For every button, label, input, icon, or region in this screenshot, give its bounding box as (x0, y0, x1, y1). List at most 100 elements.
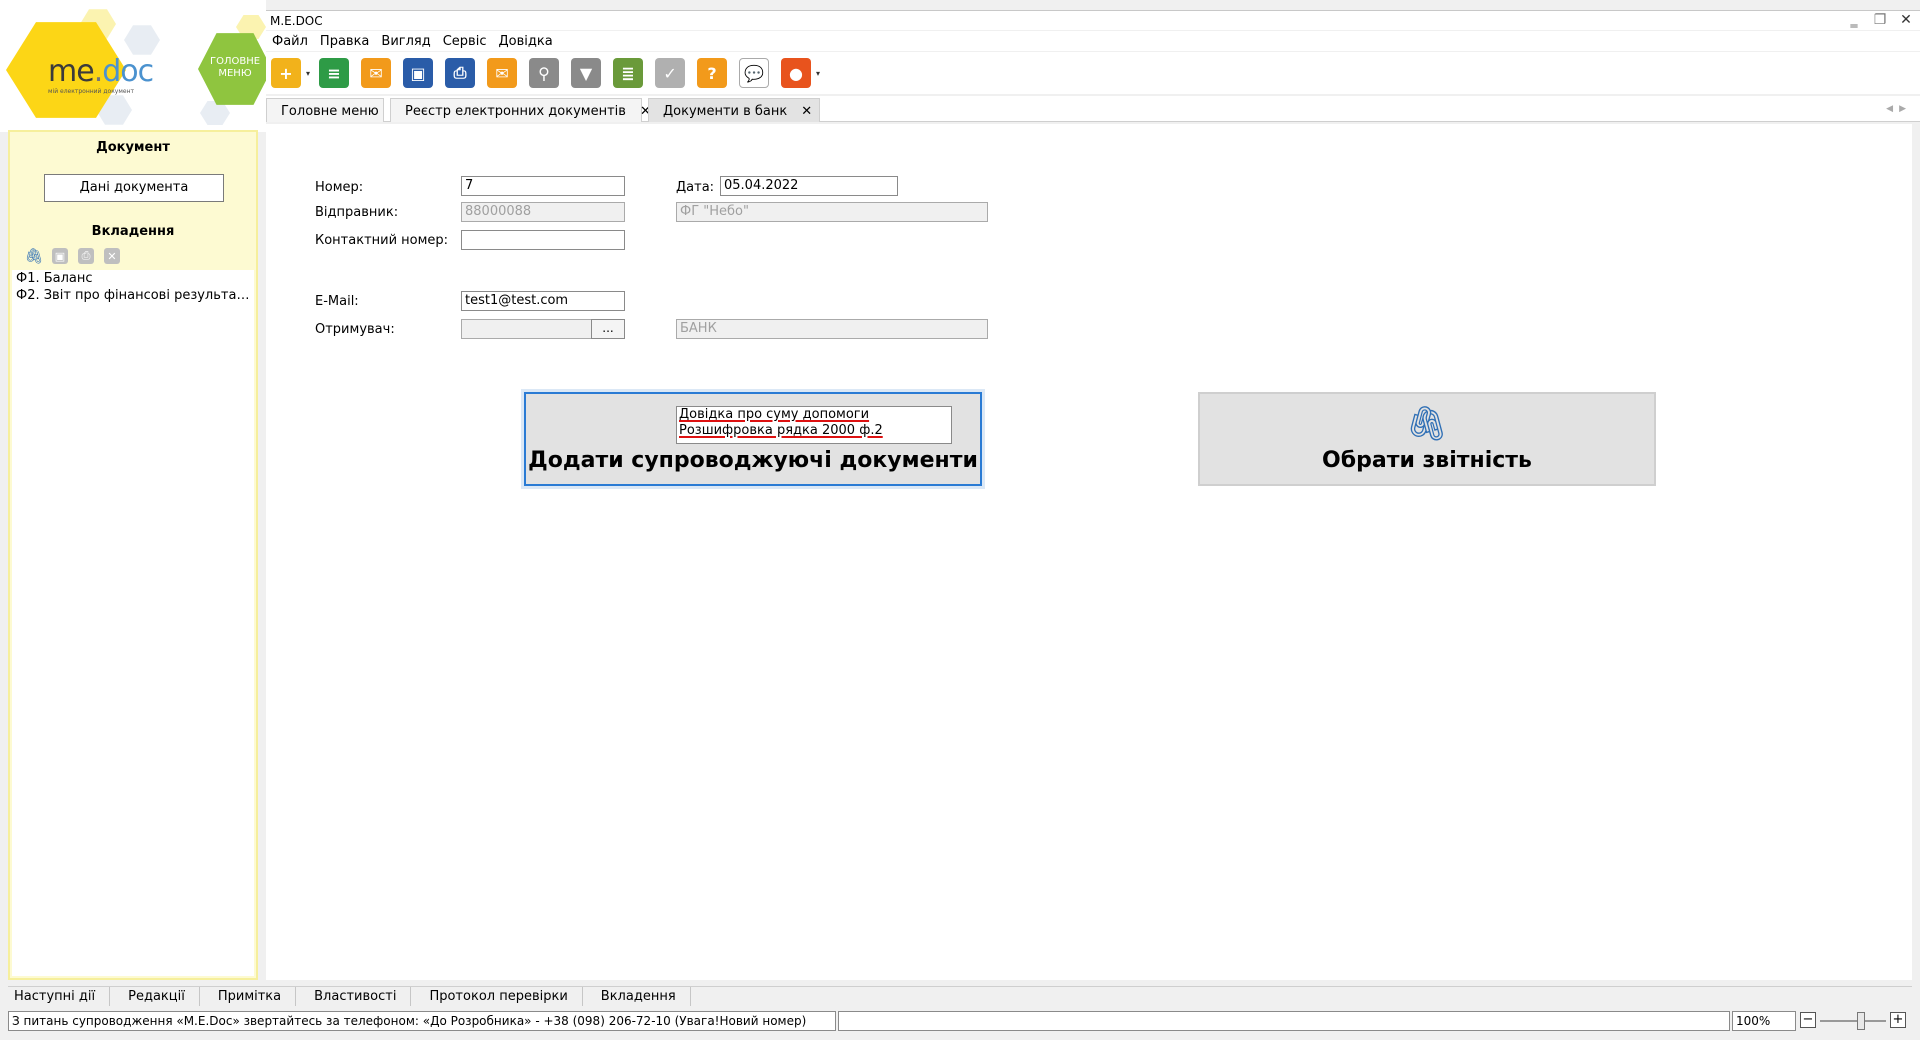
number-label: Номер: (315, 180, 364, 195)
support-info-text: З питань супроводження «M.E.Doc» звертай… (8, 1011, 836, 1031)
send-mail-icon: ✉ (361, 58, 392, 88)
menu-item[interactable]: Довідка (492, 31, 558, 51)
help-icon: ? (697, 58, 728, 88)
paperclip-icon: 🖇 (1405, 404, 1449, 444)
document-side-panel: Документ Дані документа Вкладення 🖇 ▣ ⎙ … (8, 130, 258, 980)
logo-doc-text: doc (102, 54, 154, 89)
recipient-label: Отримувач: (315, 322, 395, 337)
help-button[interactable]: ? (694, 55, 730, 91)
dropdown-arrow-icon[interactable]: ▾ (816, 69, 820, 78)
send-mail-button[interactable]: ✉ (358, 55, 394, 91)
document-data-button[interactable]: Дані документа (44, 174, 224, 202)
delete-attachment-icon[interactable]: ✕ (104, 248, 120, 264)
medoc-window: me.doc мій електронний документ ГОЛОВНЕ … (0, 0, 1920, 1040)
open-mail-icon: ✉ (487, 58, 518, 88)
report-export-icon: ≣ (613, 58, 644, 88)
date-label: Дата: (676, 180, 715, 195)
list-item[interactable]: Ф2. Звіт про фінансові результати (Звіт … (12, 287, 254, 304)
date-field[interactable]: 05.04.2022 (720, 176, 898, 196)
filter-icon: ▼ (571, 58, 602, 88)
bottom-tab[interactable]: Протокол перевірки (423, 987, 583, 1006)
window-controls: ‗ ❐ ✕ (1846, 12, 1914, 28)
recipient-name-field: БАНК (676, 319, 988, 339)
title-bar: M.E.DOC ‗ ❐ ✕ (266, 10, 1920, 30)
documents-icon: ≡ (319, 58, 350, 88)
logo-me-text: me (48, 54, 95, 89)
zoom-slider[interactable]: − + (1800, 1012, 1908, 1030)
list-item[interactable]: Довідка про суму допомоги (677, 407, 951, 423)
chat-button[interactable]: 💬 (736, 55, 772, 91)
menu-bar: Файл Правка Вигляд Сервіс Довідка (266, 31, 1920, 51)
create-document-button[interactable]: + (268, 55, 304, 91)
logo-area: me.doc мій електронний документ ГОЛОВНЕ … (0, 0, 266, 132)
bottom-tab[interactable]: Редакції (122, 987, 200, 1006)
create-document-icon: + (271, 58, 301, 88)
print-button[interactable]: ⎙ (442, 55, 478, 91)
tab-scroll-arrows[interactable]: ◀▶ (1886, 104, 1912, 114)
zoom-value: 100% (1732, 1011, 1796, 1031)
email-field[interactable]: test1@test.com (461, 291, 625, 311)
bottom-tab[interactable]: Вкладення (595, 987, 691, 1006)
bottom-tab-bar: Наступні дії Редакції Примітка Властивості П… (8, 986, 1912, 1006)
select-report-button[interactable]: 🖇 Обрати звітність (1198, 392, 1656, 486)
bottom-tab[interactable]: Примітка (212, 987, 297, 1006)
attachments-toolbar: 🖇 ▣ ⎙ ✕ (24, 247, 120, 265)
tab-label: Головне меню (281, 104, 379, 119)
filter-button[interactable]: ▼ (568, 55, 604, 91)
add-supporting-documents-button[interactable]: Довідка про суму допомоги Розшифровка ря… (524, 392, 982, 486)
zoom-thumb[interactable] (1856, 1012, 1865, 1030)
medoc-logo: me.doc (48, 54, 154, 89)
tab-registry[interactable]: Реєстр електронних документів ✕ (390, 98, 651, 122)
maximize-icon[interactable]: ❐ (1872, 12, 1888, 28)
list-item[interactable]: Ф1. Баланс (12, 270, 254, 287)
select-report-label: Обрати звітність (1322, 448, 1532, 473)
close-icon[interactable]: ✕ (1898, 12, 1914, 28)
bottom-tab[interactable]: Властивості (308, 987, 412, 1006)
document-header: Документ (96, 140, 170, 155)
search-button[interactable]: ⚲ (526, 55, 562, 91)
minimize-icon[interactable]: ‗ (1846, 12, 1862, 28)
menu-item[interactable]: Сервіс (437, 31, 493, 51)
attachments-header: Вкладення (91, 224, 175, 239)
toolbar: + ▾ ≡ ✉ ▣ ⎙ ✉ ⚲ ▼ ≣ ✓? 💬 ● ▾ (266, 52, 1920, 94)
recipient-code-field (461, 319, 593, 339)
save-icon: ▣ (403, 58, 434, 88)
save-attachment-icon[interactable]: ▣ (52, 248, 68, 264)
search-icon: ⚲ (529, 58, 560, 88)
chat-icon: 💬 (739, 58, 770, 88)
zoom-track[interactable] (1820, 1020, 1886, 1022)
logo-tagline: мій електронний документ (48, 88, 134, 95)
open-mail-button[interactable]: ✉ (484, 55, 520, 91)
contact-number-label: Контактний номер: (315, 233, 449, 248)
tab-close-icon[interactable]: ✕ (801, 104, 812, 119)
contact-number-field[interactable] (461, 230, 625, 250)
report-export-button[interactable]: ≣ (610, 55, 646, 91)
add-supporting-documents-label: Додати супроводжуючі документи (528, 448, 978, 473)
window-title: M.E.DOC (270, 14, 323, 28)
main-menu-label[interactable]: ГОЛОВНЕ МЕНЮ (204, 56, 266, 80)
tab-bank-documents[interactable]: Документи в банк ✕ (648, 98, 820, 122)
menu-item[interactable]: Вигляд (375, 31, 436, 51)
tab-label: Документи в банк (663, 104, 788, 119)
dropdown-arrow-icon[interactable]: ▾ (306, 69, 310, 78)
print-attachment-icon[interactable]: ⎙ (78, 248, 94, 264)
sender-label: Відправник: (315, 205, 399, 220)
menu-item[interactable]: Правка (314, 31, 375, 51)
menu-item[interactable]: Файл (266, 31, 314, 51)
feedback-icon: ● (781, 58, 812, 88)
sign-button[interactable]: ✓ (652, 55, 688, 91)
zoom-in-button[interactable]: + (1890, 1012, 1906, 1028)
tab-bar: Головне меню Реєстр електронних документ… (266, 96, 1920, 122)
attach-icon[interactable]: 🖇 (24, 247, 43, 265)
recipient-browse-button[interactable]: ... (591, 319, 625, 339)
save-button[interactable]: ▣ (400, 55, 436, 91)
feedback-button[interactable]: ● (778, 55, 814, 91)
supporting-documents-list: Довідка про суму допомоги Розшифровка ря… (676, 406, 952, 444)
list-item[interactable]: Розшифровка рядка 2000 ф.2 (677, 423, 951, 439)
zoom-out-button[interactable]: − (1800, 1012, 1816, 1028)
status-bar: З питань супроводження «M.E.Doc» звертай… (8, 1010, 1912, 1032)
documents-button[interactable]: ≡ (316, 55, 352, 91)
tab-main-menu[interactable]: Головне меню (266, 98, 384, 122)
bottom-tab[interactable]: Наступні дії (8, 987, 111, 1006)
number-field[interactable]: 7 (461, 176, 625, 196)
